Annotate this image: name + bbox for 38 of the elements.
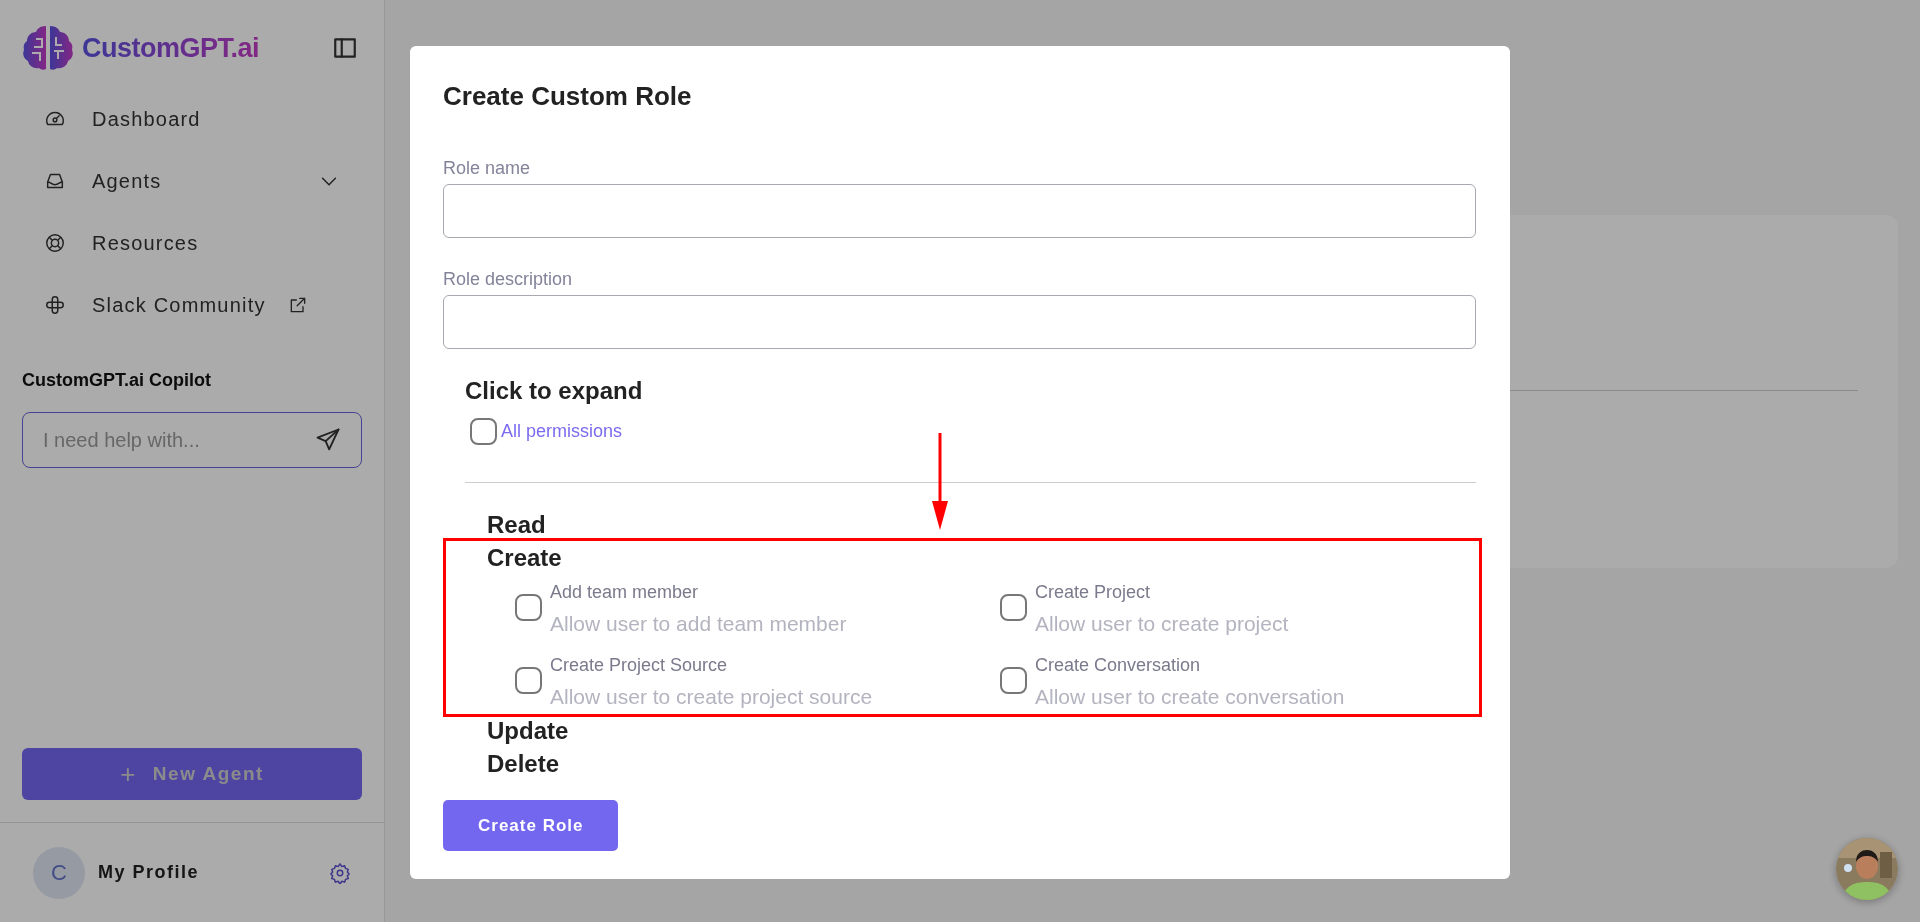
permission-description: Allow user to create project source (550, 684, 873, 710)
create-role-button[interactable]: Create Role (443, 800, 619, 851)
nav-item[interactable]: Slack Community (0, 274, 384, 336)
permission-label: Add team member (550, 581, 700, 604)
lifebuoy-icon (44, 232, 66, 254)
checkbox[interactable] (1000, 594, 1027, 621)
settings-icon[interactable] (329, 861, 351, 884)
avatar: C (33, 846, 85, 899)
permission-description: Allow user to create conversation (1035, 684, 1345, 710)
permission-label: Create Conversation (1035, 654, 1202, 677)
checkbox-label[interactable]: All permissions (501, 418, 623, 445)
checkbox[interactable] (470, 418, 497, 445)
group-heading: Create (487, 543, 563, 573)
permission-label: Create Project (1035, 581, 1152, 604)
group-heading: Read (487, 510, 547, 540)
chat-input[interactable]: I need help with... (22, 412, 362, 468)
checkbox[interactable] (515, 594, 542, 621)
permission-description: Allow user to create project (1035, 611, 1289, 637)
input-field[interactable] (443, 184, 1476, 238)
input-field[interactable] (443, 295, 1476, 349)
permission-label: Create Project Source (550, 654, 729, 677)
logo-icon (44, 294, 66, 316)
group-heading: Delete (487, 749, 561, 779)
profile-link[interactable]: My Profile (98, 859, 200, 886)
field-label: Role description (443, 268, 574, 290)
nav-item[interactable]: Agents (0, 150, 384, 212)
checkbox[interactable] (1000, 667, 1027, 694)
sidebar-toggle-icon[interactable] (332, 35, 358, 61)
checkbox[interactable] (515, 667, 542, 694)
expand-toggle[interactable]: Click to expand (465, 376, 1476, 405)
brain-logo-icon (22, 23, 74, 73)
dialog-title: Create Custom Role (443, 81, 693, 112)
section-title: CustomGPT.ai Copilot (22, 369, 212, 392)
field-label: Role name (443, 157, 532, 179)
nav-item[interactable]: Dashboard (0, 88, 384, 150)
permission-description: Allow user to add team member (550, 611, 847, 637)
group-heading: Update (487, 716, 570, 746)
nav-item[interactable]: Resources (0, 212, 384, 274)
